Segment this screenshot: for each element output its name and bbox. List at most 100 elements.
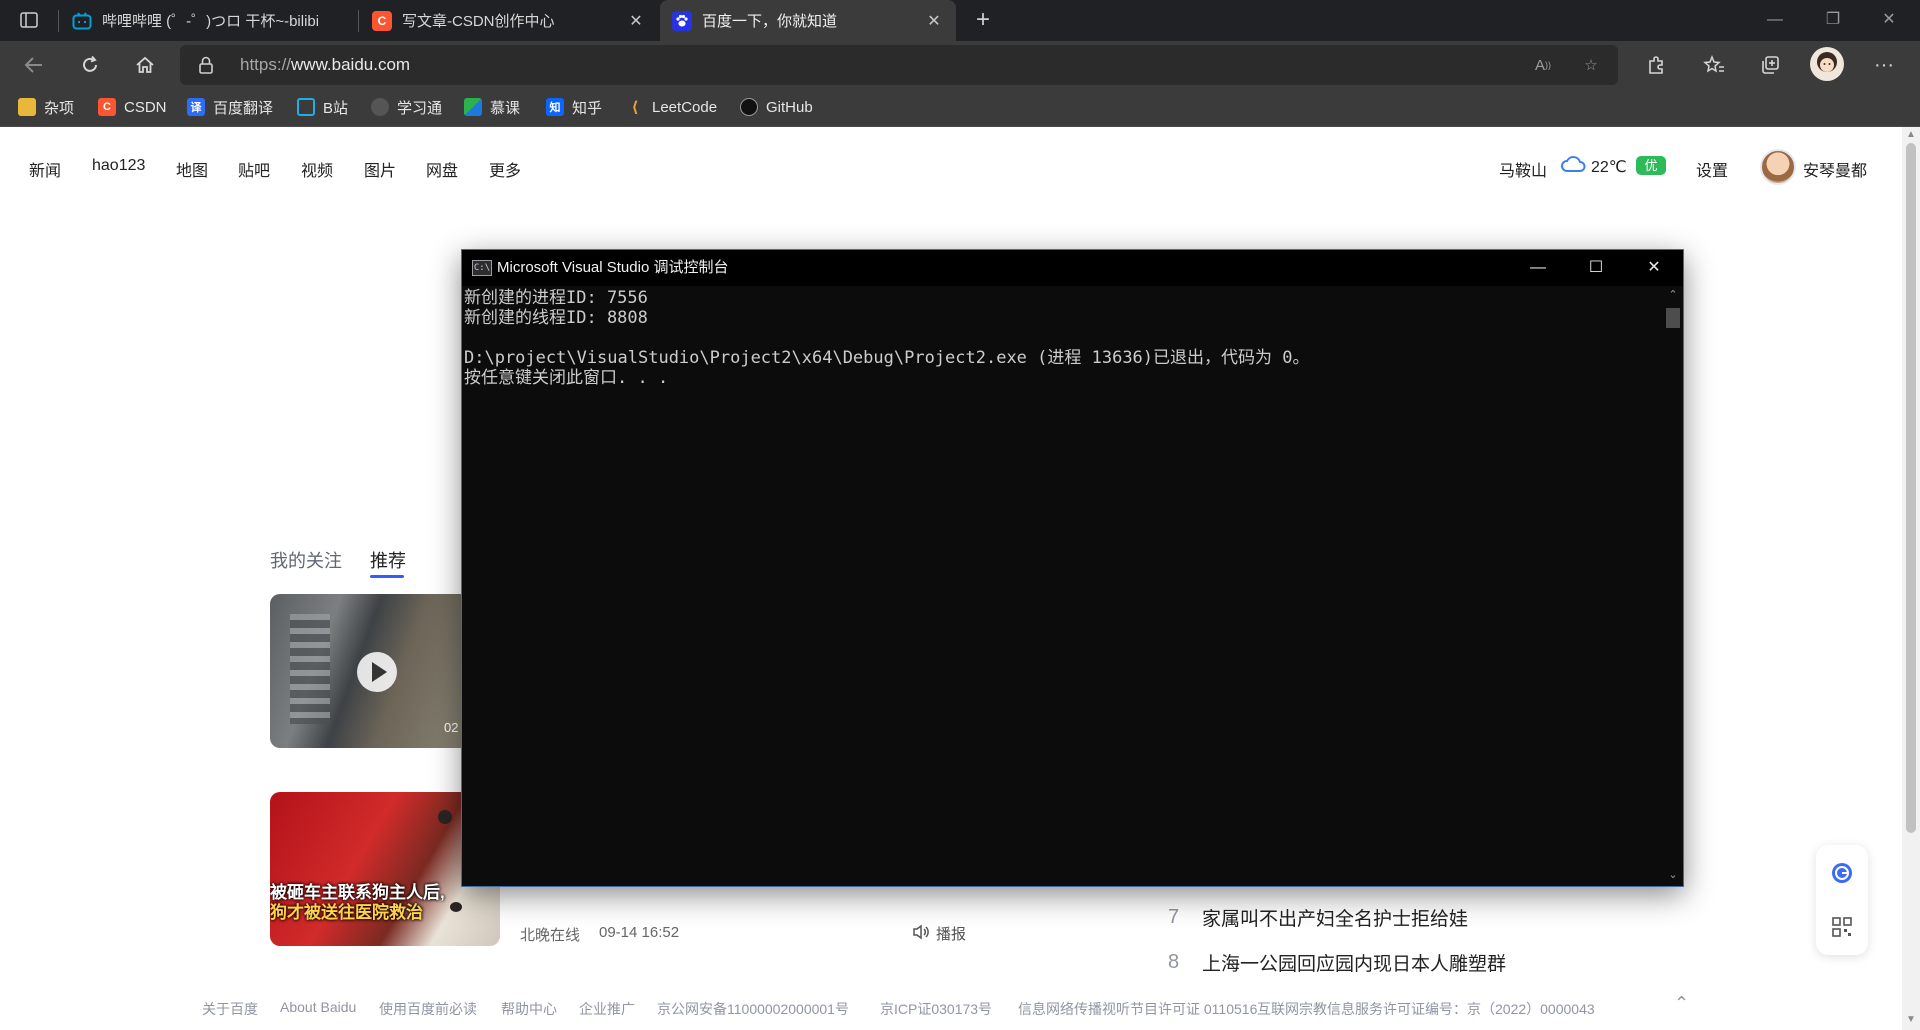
bookmark-baidu-translate[interactable]: 译 百度翻译 [187, 96, 273, 118]
report-label: 播报 [936, 926, 967, 943]
maximize-icon[interactable]: ☐ [1567, 250, 1625, 286]
hot-list-item[interactable]: 7 家属叫不出产妇全名护士拒给娃 [1168, 904, 1468, 931]
news-source[interactable]: 北晚在线 [520, 924, 580, 945]
add-favorite-icon[interactable]: ☆ [1578, 53, 1604, 77]
read-aloud-icon[interactable]: A)) [1530, 53, 1556, 77]
minimize-icon[interactable]: — [1752, 6, 1798, 34]
aqi-badge[interactable]: 优 [1636, 156, 1666, 175]
bilibili-icon [72, 11, 92, 31]
close-window-icon[interactable]: ✕ [1866, 6, 1912, 34]
footer-link[interactable]: 信息网络传播视听节目许可证 0110516 [1018, 999, 1257, 1019]
username[interactable]: 安琴曼都 [1803, 157, 1867, 181]
footer-link[interactable]: 关于百度 [202, 999, 258, 1019]
bookmark-label: CSDN [124, 98, 167, 116]
tab-recommend[interactable]: 推荐 [370, 547, 406, 573]
bookmark-csdn[interactable]: C CSDN [98, 96, 167, 118]
footer-link[interactable]: About Baidu [280, 999, 356, 1015]
nav-map[interactable]: 地图 [176, 157, 208, 181]
footer-link[interactable]: 帮助中心 [501, 999, 557, 1019]
back-icon[interactable] [18, 49, 50, 81]
weather-temp[interactable]: 22℃ [1591, 157, 1627, 177]
debug-console-window[interactable]: C:\ Microsoft Visual Studio 调试控制台 — ☐ ✕ … [461, 249, 1684, 887]
nav-more[interactable]: 更多 [489, 157, 521, 181]
bookmark-zhihu[interactable]: 知 知乎 [546, 96, 602, 118]
refresh-icon[interactable] [74, 49, 106, 81]
bookmark-github[interactable]: GitHub [740, 96, 813, 118]
bookmark-xuexitong[interactable]: 学习通 [371, 96, 442, 118]
news-time: 09-14 16:52 [599, 924, 680, 941]
page-scrollbar[interactable]: ▲ ▼ [1902, 127, 1920, 1030]
footer-link[interactable]: 互联网宗教信息服务许可证编号：京（2022）0000043 [1257, 999, 1595, 1019]
tab-actions-icon[interactable] [14, 8, 44, 32]
favorites-icon[interactable] [1698, 49, 1730, 81]
scrollbar-thumb[interactable] [1666, 308, 1680, 328]
bookmark-mooc[interactable]: 慕课 [464, 96, 520, 118]
hot-title: 上海一公园回应园内现日本人雕塑群 [1202, 954, 1507, 975]
chevron-up-icon[interactable]: ⌃ [1674, 993, 1689, 1014]
footer-link[interactable]: 京公网安备11000002000001号 [657, 999, 849, 1019]
scroll-up-icon[interactable]: ▲ [1906, 130, 1916, 140]
lock-icon[interactable] [198, 56, 214, 79]
tab-following[interactable]: 我的关注 [270, 547, 342, 573]
footer-link[interactable]: 企业推广 [579, 999, 635, 1019]
nav-hao123[interactable]: hao123 [92, 157, 145, 175]
collections-icon[interactable] [1754, 49, 1786, 81]
nav-news[interactable]: 新闻 [29, 157, 61, 181]
user-avatar[interactable] [1760, 149, 1796, 185]
more-menu-icon[interactable]: ··· [1868, 49, 1900, 81]
tab-baidu[interactable]: 百度一下，你就知道 ✕ [660, 0, 956, 41]
leetcode-icon: ⟨ [631, 99, 639, 116]
github-icon [740, 98, 758, 116]
video-thumbnail[interactable]: 02 [270, 594, 470, 748]
hot-rank: 7 [1168, 906, 1180, 928]
scroll-down-icon[interactable]: ⌄ [1668, 868, 1678, 881]
nav-images[interactable]: 图片 [364, 157, 396, 181]
bookmark-bilibili[interactable]: B站 [297, 96, 348, 118]
bookmark-folder[interactable]: 杂项 [18, 96, 74, 118]
bookmarks-bar: 杂项 C CSDN 译 百度翻译 B站 学习通 慕课 知 知乎 ⟨ LeetCo… [0, 87, 1920, 127]
bookmark-label: 学习通 [397, 99, 443, 117]
cloud-icon [1560, 154, 1586, 179]
translate-icon: 译 [187, 98, 205, 116]
tab-csdn[interactable]: C 写文章-CSDN创作中心 ✕ [360, 0, 658, 41]
close-icon[interactable]: ✕ [626, 11, 646, 31]
extensions-icon[interactable] [1640, 49, 1672, 81]
qr-code-icon[interactable] [1832, 917, 1852, 942]
console-title: Microsoft Visual Studio 调试控制台 [497, 259, 729, 276]
weather-city[interactable]: 马鞍山 [1499, 157, 1547, 181]
tab-bilibili[interactable]: 哔哩哔哩 (゜-゜)つロ 干杯~-bilibili ✕ [60, 0, 356, 41]
address-bar[interactable]: https://www.baidu.com A)) ☆ [180, 45, 1618, 85]
home-icon[interactable] [129, 49, 161, 81]
profile-avatar[interactable] [1810, 47, 1844, 81]
nav-video[interactable]: 视频 [301, 157, 333, 181]
hot-list-item[interactable]: 8 上海一公园回应园内现日本人雕塑群 [1168, 949, 1506, 976]
restore-icon[interactable]: ❐ [1810, 6, 1856, 34]
nav-tieba[interactable]: 贴吧 [238, 157, 270, 181]
feedback-icon[interactable] [1830, 861, 1854, 890]
csdn-icon: C [98, 98, 116, 116]
globe-icon [371, 98, 389, 116]
report-button[interactable]: 播报 [912, 923, 966, 944]
play-icon[interactable] [357, 652, 397, 692]
scrollbar-thumb[interactable] [1906, 143, 1916, 833]
close-icon[interactable]: ✕ [1625, 250, 1683, 286]
active-tab-indicator [370, 575, 404, 578]
minimize-icon[interactable]: — [1509, 250, 1567, 286]
nav-netdisk[interactable]: 网盘 [426, 157, 458, 181]
mooc-icon [464, 98, 482, 116]
footer-link[interactable]: 京ICP证030173号 [880, 999, 992, 1019]
console-output[interactable]: 新创建的进程ID: 7556 新创建的线程ID: 8808 D:\project\V… [464, 288, 1660, 884]
bookmark-label: LeetCode [652, 98, 718, 116]
new-tab-button[interactable]: + [966, 4, 1000, 38]
console-title-bar[interactable]: C:\ Microsoft Visual Studio 调试控制台 — ☐ ✕ [462, 250, 1683, 286]
footer-link[interactable]: 使用百度前必读 [379, 999, 477, 1019]
scroll-down-icon[interactable]: ▼ [1906, 1015, 1916, 1025]
settings-link[interactable]: 设置 [1696, 157, 1728, 181]
scroll-up-icon[interactable]: ⌃ [1668, 288, 1678, 301]
bookmark-leetcode[interactable]: ⟨ LeetCode [626, 96, 718, 118]
folder-icon [18, 98, 36, 116]
close-icon[interactable]: ✕ [924, 11, 944, 31]
url-text: https://www.baidu.com [240, 55, 411, 74]
console-scrollbar[interactable]: ⌃ ⌄ [1663, 286, 1683, 886]
browser-tab-strip: 哔哩哔哩 (゜-゜)つロ 干杯~-bilibili ✕ C 写文章-CSDN创作… [0, 0, 1920, 41]
